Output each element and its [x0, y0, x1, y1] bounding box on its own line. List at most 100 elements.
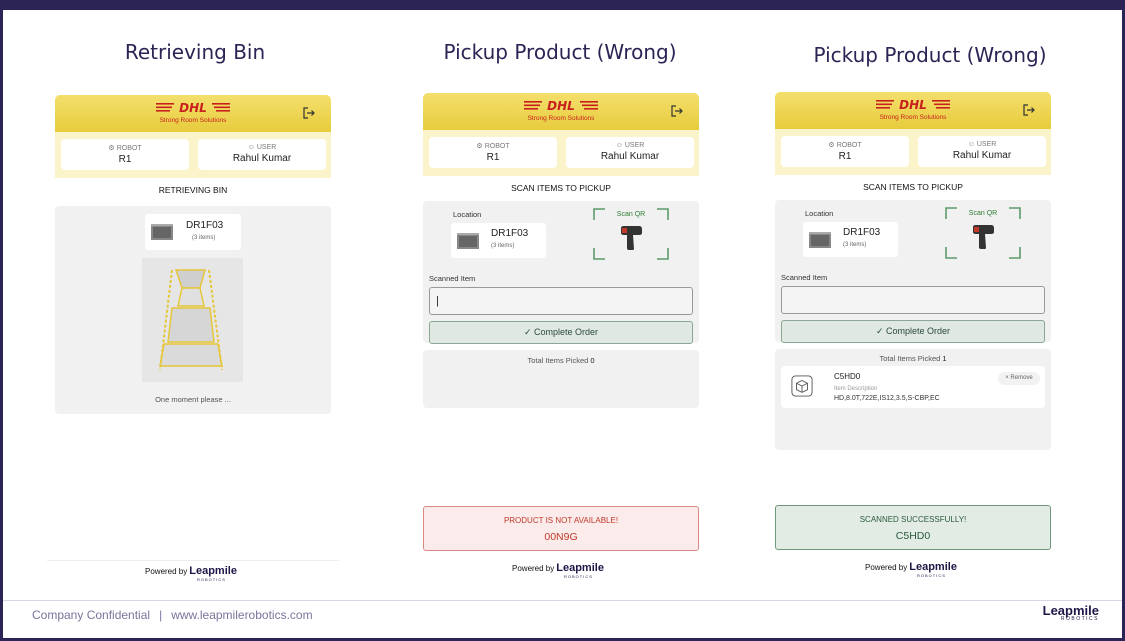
- section-title: SCAN ITEMS TO PICKUP: [863, 182, 963, 192]
- scanned-item-label: Scanned Item: [429, 274, 476, 283]
- total-items-picked: Total Items Picked 0: [527, 356, 595, 365]
- phone-screen-pickup-error: DHL Strong Room Solutions ⚙ ROBOT R1 ☺ USE…: [423, 93, 699, 563]
- brand-logo: Leapmile: [189, 565, 237, 577]
- section-title: RETRIEVING BIN: [158, 185, 228, 195]
- bin-id: DR1F03: [186, 220, 224, 231]
- svg-text:DHL: DHL: [547, 99, 575, 113]
- remove-item-button[interactable]: × Remove: [998, 372, 1040, 385]
- robot-icon: ⚙: [828, 142, 835, 149]
- total-items-picked: Total Items Picked 1: [879, 354, 947, 363]
- user-label: ☺ USER: [615, 142, 645, 149]
- status-title: SCANNED SUCCESSFULLY!: [859, 515, 967, 524]
- picked-items-box: Total Items Picked 1 C5HD0 Item Descript…: [775, 349, 1051, 450]
- header-subtitle: Strong Room Solutions: [879, 114, 947, 121]
- robot-card: ⚙ ROBOT R1: [429, 137, 557, 168]
- item-description: HD,8.0T,722E,IS12,3.5,S-CBP,EC: [834, 395, 940, 402]
- brand-sub: ROBOTICS: [197, 577, 226, 582]
- powered-by: Powered by Leapmile ROBOTICS: [145, 565, 237, 582]
- complete-order-button[interactable]: ✓ Complete Order: [781, 320, 1045, 343]
- user-icon: ☺: [615, 142, 623, 149]
- location-label: Location: [453, 210, 482, 219]
- panel-title: Pickup Product (Wrong): [813, 43, 1047, 67]
- status-title: PRODUCT IS NOT AVAILABLE!: [503, 516, 619, 525]
- bin-count: (3 items): [843, 242, 867, 248]
- user-card: ☺ USER Rahul Kumar: [198, 139, 326, 170]
- section-title: SCAN ITEMS TO PICKUP: [511, 183, 611, 193]
- app-header: DHL Strong Room Solutions: [55, 95, 331, 132]
- wait-message: One moment please ...: [155, 395, 231, 404]
- website-link[interactable]: www.leapmilerobotics.com: [171, 608, 312, 622]
- scan-box: Location DR1F03 (3 items) Scan QR Scanne…: [775, 200, 1051, 343]
- dhl-logo: DHL: [876, 98, 950, 112]
- info-band: ⚙ ROBOT R1 ☺ USER Rahul Kumar: [775, 129, 1051, 175]
- footer-logo: Leapmile ROBOTICS: [1043, 603, 1099, 622]
- status-code: C5HD0: [895, 530, 931, 542]
- phone-screen-retrieving: DHL Strong Room Solutions ⚙ ROBOT R1 ☺ USE…: [47, 95, 339, 575]
- bin-card: DR1F03 (3 items): [145, 214, 241, 250]
- scanned-item-input[interactable]: |: [429, 287, 693, 315]
- item-description-label: Item Description: [834, 386, 878, 392]
- scanned-item-input[interactable]: [781, 286, 1045, 314]
- dhl-logo: DHL: [156, 101, 230, 115]
- user-icon: ☺: [967, 141, 975, 148]
- header-subtitle: Strong Room Solutions: [159, 117, 227, 124]
- scanned-item-label: Scanned Item: [781, 273, 828, 282]
- bin-card: DR1F03 (3 items): [803, 222, 898, 257]
- robot-label: ⚙ ROBOT: [476, 143, 510, 150]
- robot-label: ⚙ ROBOT: [828, 142, 862, 149]
- barcode-scanner-icon: [621, 226, 642, 250]
- status-banner-error: PRODUCT IS NOT AVAILABLE! 00N9G: [423, 506, 699, 551]
- logout-icon[interactable]: [1022, 103, 1036, 117]
- powered-divider: [47, 560, 339, 561]
- user-label: ☺ USER: [247, 144, 277, 151]
- scan-qr-label: Scan QR: [616, 211, 646, 218]
- bin-id: DR1F03: [491, 228, 529, 239]
- app-header: DHL Strong Room Solutions: [775, 92, 1051, 129]
- bin-count: (3 items): [192, 235, 216, 241]
- panel-title: Pickup Product (Wrong): [443, 40, 677, 64]
- powered-by: Powered by Leapmile ROBOTICS: [512, 562, 604, 579]
- status-banner-success: SCANNED SUCCESSFULLY! C5HD0: [775, 505, 1051, 550]
- robot-icon: ⚙: [108, 145, 115, 152]
- picked-item-card: C5HD0 Item Description HD,8.0T,722E,IS12…: [781, 366, 1045, 408]
- barcode-scanner-icon: [973, 225, 994, 249]
- bin-thumbnail-icon: [457, 233, 479, 249]
- logout-icon[interactable]: [670, 104, 684, 118]
- complete-order-button[interactable]: ✓ Complete Order: [429, 321, 693, 344]
- scan-qr-button[interactable]: Scan QR: [593, 208, 669, 260]
- svg-text:DHL: DHL: [179, 101, 207, 115]
- brand-logo: Leapmile: [909, 561, 957, 573]
- phone-screen-pickup-success: DHL Strong Room Solutions ⚙ ROBOT R1 ☺ USE…: [775, 92, 1051, 562]
- item-id: C5HD0: [834, 372, 861, 381]
- robot-value: R1: [118, 154, 132, 165]
- location-label: Location: [805, 209, 834, 218]
- scan-qr-button[interactable]: Scan QR: [945, 207, 1021, 259]
- brand-logo: Leapmile: [556, 562, 604, 574]
- bin-card: DR1F03 (3 items): [451, 223, 546, 258]
- user-card: ☺ USER Rahul Kumar: [918, 136, 1046, 167]
- scan-box: Location DR1F03 (3 items) Scan QR Scanne…: [423, 201, 699, 344]
- confidential-label: Company Confidential: [32, 608, 151, 622]
- info-band: ⚙ ROBOT R1 ☺ USER Rahul Kumar: [55, 132, 331, 178]
- user-icon: ☺: [247, 144, 255, 151]
- panel-title: Retrieving Bin: [124, 40, 266, 64]
- storage-bin-icon: [159, 269, 223, 371]
- brand-sub: ROBOTICS: [917, 573, 946, 578]
- bin-count: (3 items): [491, 243, 515, 249]
- retrieving-box: DR1F03 (3 items) One moment please ...: [55, 206, 331, 414]
- brand-sub: ROBOTICS: [564, 574, 593, 579]
- status-code: 00N9G: [544, 531, 578, 543]
- picked-items-box: Total Items Picked 0: [423, 350, 699, 408]
- robot-card: ⚙ ROBOT R1: [781, 136, 909, 167]
- powered-by: Powered by Leapmile ROBOTICS: [865, 561, 957, 578]
- user-value: Rahul Kumar: [600, 151, 660, 162]
- logout-icon[interactable]: [302, 106, 316, 120]
- robot-value: R1: [838, 151, 852, 162]
- user-value: Rahul Kumar: [952, 150, 1012, 161]
- info-band: ⚙ ROBOT R1 ☺ USER Rahul Kumar: [423, 130, 699, 176]
- dhl-logo: DHL: [524, 99, 598, 113]
- robot-label: ⚙ ROBOT: [108, 145, 142, 152]
- user-card: ☺ USER Rahul Kumar: [566, 137, 694, 168]
- footer-text: Company Confidential | www.leapmilerobotic…: [32, 608, 313, 622]
- bin-id: DR1F03: [843, 227, 881, 238]
